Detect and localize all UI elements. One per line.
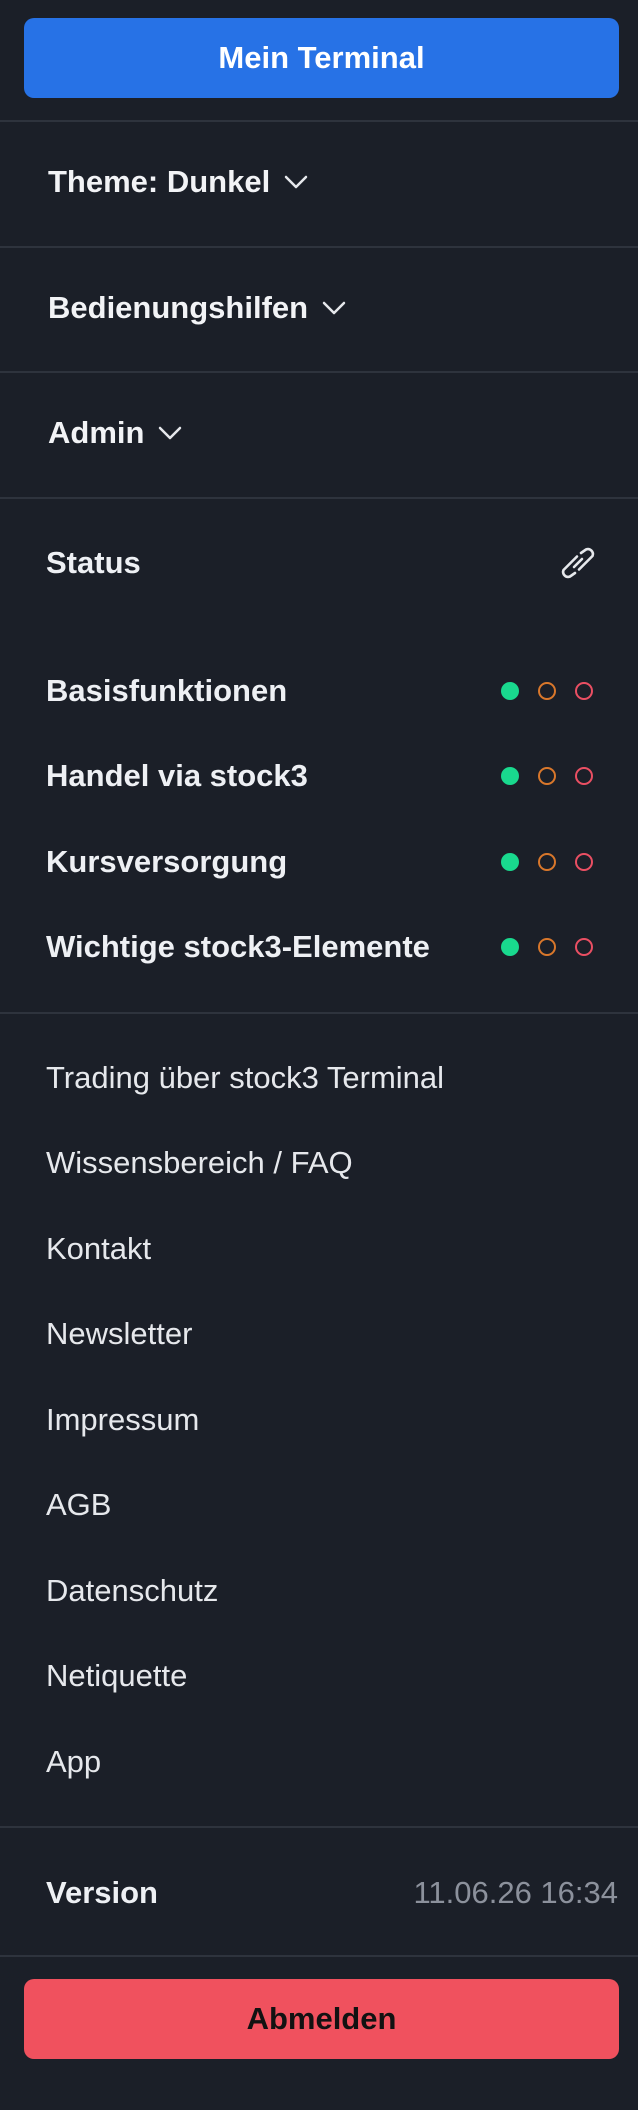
- admin-dropdown-label: Admin: [48, 415, 145, 450]
- status-dot-orange: [538, 938, 556, 956]
- status-indicator: [501, 837, 612, 887]
- link-wissensbereich[interactable]: Wissensbereich / FAQ: [46, 1138, 353, 1188]
- status-row-basisfunktionen: Basisfunktionen: [46, 666, 606, 716]
- version-value: 11.06.26 16:34: [413, 1875, 618, 1910]
- theme-dropdown-label: Theme: Dunkel: [48, 164, 271, 199]
- divider: [0, 1955, 638, 1957]
- link-datenschutz[interactable]: Datenschutz: [46, 1566, 218, 1616]
- bedienungshilfen-dropdown[interactable]: Bedienungshilfen: [48, 278, 346, 338]
- chevron-down-icon: [159, 426, 182, 440]
- link-netiquette[interactable]: Netiquette: [46, 1651, 187, 1701]
- link-newsletter[interactable]: Newsletter: [46, 1309, 192, 1359]
- status-dot-red: [575, 853, 593, 871]
- status-dot-green: [501, 938, 519, 956]
- status-indicator: [501, 666, 612, 716]
- status-title: Status: [46, 545, 141, 580]
- divider: [0, 1826, 638, 1828]
- status-dot-red: [575, 682, 593, 700]
- status-dot-red: [575, 767, 593, 785]
- chevron-down-icon: [322, 301, 346, 315]
- link-impressum[interactable]: Impressum: [46, 1395, 199, 1445]
- link-trading[interactable]: Trading über stock3 Terminal: [46, 1053, 444, 1103]
- divider: [0, 497, 638, 499]
- status-dot-green: [501, 682, 519, 700]
- bedienungshilfen-dropdown-label: Bedienungshilfen: [48, 290, 309, 325]
- theme-dropdown[interactable]: Theme: Dunkel: [48, 152, 308, 212]
- status-indicator: [501, 751, 612, 801]
- mein-terminal-button[interactable]: Mein Terminal: [24, 18, 619, 98]
- status-dot-orange: [538, 853, 556, 871]
- version-label: Version: [46, 1875, 158, 1910]
- divider: [0, 371, 638, 373]
- status-row-handel: Handel via stock3: [46, 751, 606, 801]
- status-row-elemente: Wichtige stock3-Elemente: [46, 922, 606, 972]
- status-dot-red: [575, 938, 593, 956]
- link-app[interactable]: App: [46, 1737, 101, 1787]
- link-kontakt[interactable]: Kontakt: [46, 1224, 151, 1274]
- status-indicator: [501, 922, 612, 972]
- status-dot-green: [501, 767, 519, 785]
- chevron-down-icon: [284, 175, 308, 189]
- divider: [0, 120, 638, 122]
- admin-dropdown[interactable]: Admin: [48, 403, 182, 463]
- status-dot-green: [501, 853, 519, 871]
- paperclip-icon[interactable]: [560, 545, 596, 581]
- status-dot-orange: [538, 767, 556, 785]
- status-dot-orange: [538, 682, 556, 700]
- divider: [0, 246, 638, 248]
- status-row-kursversorgung: Kursversorgung: [46, 837, 606, 887]
- link-agb[interactable]: AGB: [46, 1480, 111, 1530]
- divider: [0, 1012, 638, 1014]
- abmelden-button[interactable]: Abmelden: [24, 1979, 619, 2059]
